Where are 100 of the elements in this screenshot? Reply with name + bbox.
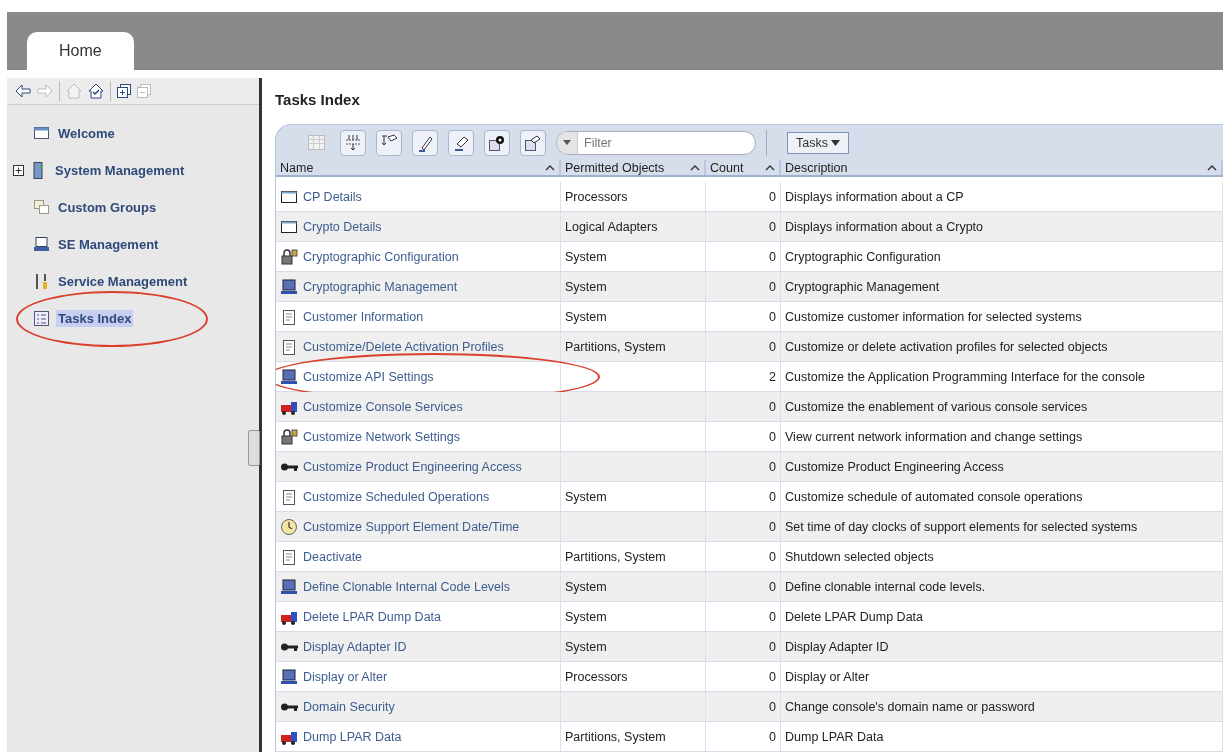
task-link[interactable]: Customize Support Element Date/Time (303, 519, 520, 534)
task-link[interactable]: Customize API Settings (303, 369, 434, 384)
task-link[interactable]: Customize Console Services (303, 399, 463, 414)
table-cell: Set time of day clocks of support elements for selected systems (785, 519, 1138, 534)
padlock-icon (280, 247, 298, 266)
table-cell: 0 (769, 729, 776, 744)
task-link[interactable]: Deactivate (303, 549, 363, 564)
table-cell: 0 (769, 309, 776, 324)
table-cell: Display or Alter (785, 669, 870, 684)
pen-icon[interactable] (412, 129, 438, 156)
task-link[interactable]: Customize Scheduled Operations (303, 489, 490, 504)
document-icon (280, 547, 298, 566)
task-link[interactable]: Domain Security (303, 699, 395, 714)
sort-caret-icon[interactable] (545, 164, 555, 171)
sidebar-item[interactable]: Custom Groups (56, 199, 159, 216)
back-arrow-icon[interactable] (15, 84, 31, 98)
table-cell: Customize schedule of automated console operations (785, 489, 1083, 504)
table-cell: Display Adapter ID (785, 639, 889, 654)
window-icon (33, 125, 50, 142)
computer-icon (280, 667, 298, 686)
sidebar-item[interactable]: Tasks Index (56, 310, 134, 327)
collapse-handle[interactable] (248, 430, 260, 466)
table-cell: View current network information and change settings (785, 429, 1083, 444)
task-link[interactable]: Customer Information (303, 309, 424, 324)
sidebar-item[interactable]: Service Management (56, 273, 190, 290)
column-header[interactable]: Description (785, 160, 848, 175)
task-link[interactable]: Dump LPAR Data (303, 729, 402, 744)
table-cell: 0 (769, 279, 776, 294)
table-cell: Customize the Application Programming Interface for the console (785, 369, 1145, 384)
table-cell: 0 (769, 669, 776, 684)
table-cell: 0 (769, 699, 776, 714)
task-link[interactable]: Customize Product Engineering Access (303, 459, 522, 474)
table-cell: 0 (769, 339, 776, 354)
sidebar-item[interactable]: SE Management (56, 236, 161, 253)
table-cell: 0 (769, 519, 776, 534)
table-cell: System (565, 279, 607, 294)
task-link[interactable]: Cryptographic Configuration (303, 249, 459, 264)
home-tab[interactable]: Home (27, 32, 134, 70)
home-check-icon[interactable] (88, 83, 104, 99)
table-cell: Change console's domain name or password (785, 699, 1035, 714)
table-cell: Customize Product Engineering Access (785, 459, 1004, 474)
table-cell: Displays information about a CP (785, 189, 964, 204)
column-header[interactable]: Permitted Objects (565, 160, 665, 175)
table-cell: 0 (769, 219, 776, 234)
table-cell: System (565, 579, 607, 594)
expand-box-icon[interactable] (13, 165, 24, 176)
table-cell: 0 (769, 549, 776, 564)
tasks-menu-button[interactable]: Tasks (787, 131, 849, 154)
column-header[interactable]: Name (280, 160, 314, 175)
table-cell: 2 (769, 369, 776, 384)
table-cell: System (565, 609, 607, 624)
table-cell: Partitions, System (565, 729, 666, 744)
computer-icon (280, 277, 298, 296)
table-cell: Delete LPAR Dump Data (785, 609, 924, 624)
task-link[interactable]: CP Details (303, 189, 362, 204)
table-cell: 0 (769, 399, 776, 414)
eraser-icon[interactable] (448, 129, 474, 156)
task-link[interactable]: Customize/Delete Activation Profiles (303, 339, 504, 354)
filter-field[interactable]: Filter (556, 130, 756, 155)
page-title: Tasks Index (275, 91, 361, 108)
grid-eraser-icon[interactable] (520, 129, 546, 156)
sort-caret-icon[interactable] (1207, 164, 1217, 171)
task-link[interactable]: Customize Network Settings (303, 429, 460, 444)
table-cell: System (565, 249, 607, 264)
table-cell: Partitions, System (565, 339, 666, 354)
table-cell: Partitions, System (565, 549, 666, 564)
list-icon (33, 310, 50, 327)
sidebar-item[interactable]: Welcome (56, 125, 117, 142)
table-cell: 0 (769, 249, 776, 264)
table-cell: System (565, 639, 607, 654)
sort-caret-icon[interactable] (690, 164, 700, 171)
table-cell: 0 (769, 189, 776, 204)
task-link[interactable]: Display Adapter ID (303, 639, 407, 654)
expand-icon[interactable] (117, 84, 131, 98)
document-icon (280, 307, 298, 326)
task-link[interactable]: Delete LPAR Dump Data (303, 609, 442, 624)
document-icon (280, 487, 298, 506)
caret-icon (830, 139, 840, 146)
laptop-icon (33, 236, 50, 253)
table-cell: Define clonable internal code levels. (785, 579, 986, 594)
task-link[interactable]: Define Clonable Internal Code Levels (303, 579, 511, 594)
document-icon (280, 337, 298, 356)
column-header[interactable]: Count (710, 160, 744, 175)
sidebar-item[interactable]: System Management (53, 162, 187, 179)
sort-caret-icon[interactable] (765, 164, 775, 171)
clock-icon (280, 517, 298, 536)
computer-icon (280, 367, 298, 386)
table-cell: 0 (769, 429, 776, 444)
task-link[interactable]: Display or Alter (303, 669, 388, 684)
arrows-down-icon[interactable] (340, 129, 366, 156)
dropdown-arrow-icon[interactable] (563, 140, 571, 146)
stacked-squares-icon (33, 199, 50, 216)
table-cell: 0 (769, 609, 776, 624)
computer-icon (280, 577, 298, 596)
table-cell: Logical Adapters (565, 219, 658, 234)
table-cell: Cryptographic Configuration (785, 249, 941, 264)
table-cell: 0 (769, 459, 776, 474)
task-link[interactable]: Crypto Details (303, 219, 382, 234)
task-link[interactable]: Cryptographic Management (303, 279, 458, 294)
padlock-icon (280, 427, 298, 446)
